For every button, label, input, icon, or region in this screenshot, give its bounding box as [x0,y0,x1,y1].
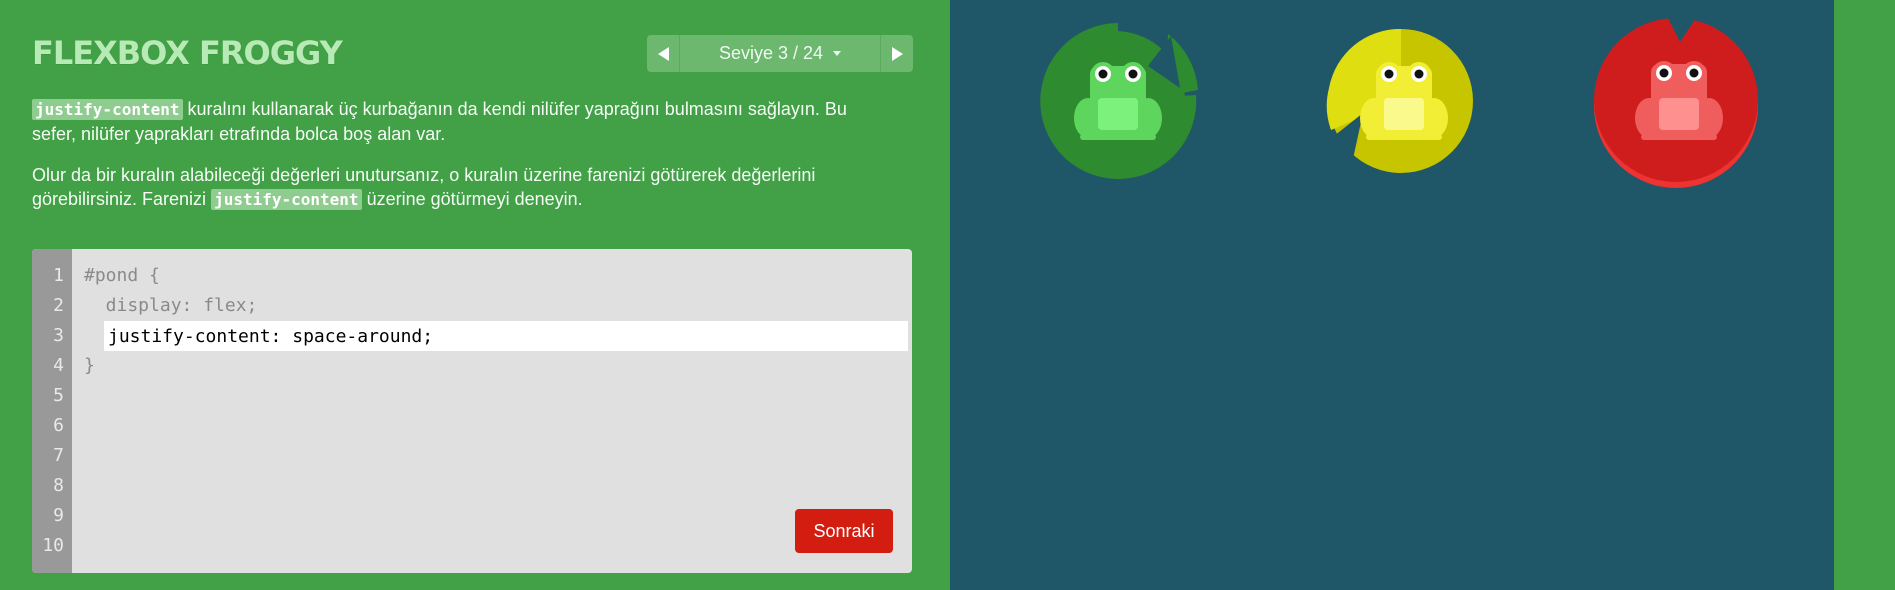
frog-green [1028,18,1208,188]
level-label: Seviye 3 / 24 [718,43,824,63]
line-number: 10 [42,535,64,556]
frog-red-icon [1594,18,1758,188]
next-level-button[interactable] [880,35,913,72]
line-number: 9 [53,505,64,526]
line-number: 7 [53,445,64,466]
level-navigator: Seviye 3 / 24 [647,35,913,72]
sidebar: FLEXBOX FROGGY Seviye 3 / 24 justify-con… [0,0,950,590]
pond-board [950,0,1834,590]
code-line-display: display: flex; [84,295,258,316]
arrow-left-icon [657,46,669,61]
code-term-justify-content[interactable]: justify-content [211,189,362,210]
line-number: 6 [53,415,64,436]
frog-red [1580,18,1760,188]
level-indicator[interactable]: Seviye 3 / 24 [680,35,880,72]
previous-level-button[interactable] [647,35,680,72]
line-number: 4 [53,355,64,376]
next-button[interactable]: Sonraki [795,509,893,553]
line-number: 3 [53,325,64,346]
right-edge-strip [1834,0,1895,590]
instructions-paragraph-2: Olur da bir kuralın alabileceği değerler… [32,163,892,212]
line-number: 5 [53,385,64,406]
css-editor: 1 2 3 4 5 6 7 8 9 10 #pond { display: fl… [32,249,912,573]
line-number: 2 [53,295,64,316]
instructions-paragraph-1: justify-content kuralını kullanarak üç k… [32,97,892,146]
line-number-gutter: 1 2 3 4 5 6 7 8 9 10 [32,249,72,573]
frog-yellow-icon [1326,28,1473,173]
code-term-justify-content[interactable]: justify-content [32,99,183,120]
line-number: 8 [53,475,64,496]
code-line-selector: #pond { [84,265,160,286]
arrow-right-icon [891,46,903,61]
code-line-closing-brace: } [84,355,95,376]
css-answer-input[interactable] [104,321,908,351]
caret-down-icon [833,51,842,56]
line-number: 1 [53,265,64,286]
instruction-text: üzerine götürmeyi deneyin. [361,189,583,209]
frog-green-icon [1040,23,1198,179]
app-title: FLEXBOX FROGGY [32,34,343,72]
frog-yellow [1311,18,1491,188]
